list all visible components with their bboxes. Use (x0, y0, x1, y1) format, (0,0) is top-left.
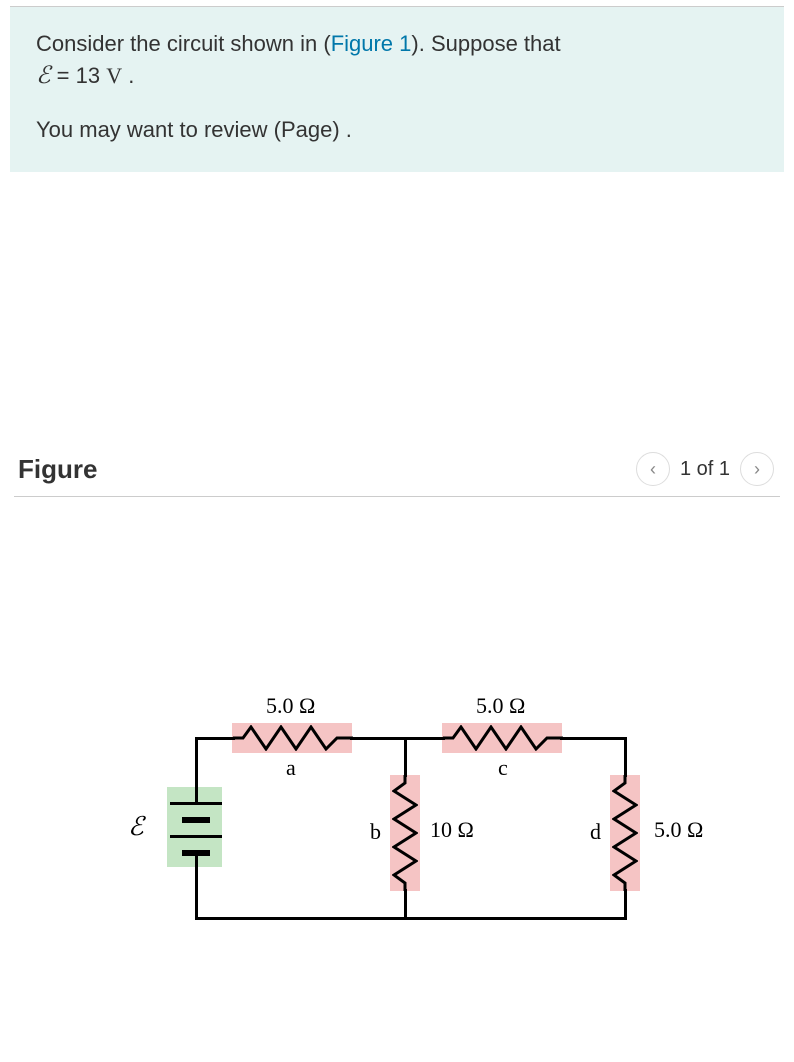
problem-intro: Consider the circuit shown in (Figure 1)… (10, 7, 784, 172)
resistor-b (392, 775, 418, 891)
emf-unit: V (106, 63, 122, 88)
pager-text: 1 of 1 (680, 458, 730, 481)
label-r-mid: 10 Ω (430, 817, 474, 843)
review-line: You may want to review (Page) . (36, 115, 758, 146)
intro-text-2: ). Suppose that (411, 31, 560, 56)
intro-text-1: Consider the circuit shown in ( (36, 31, 331, 56)
figure-title: Figure (18, 454, 97, 485)
node-d: d (590, 819, 601, 845)
resistor-d (612, 775, 638, 891)
emf-label: ℰ (128, 812, 144, 842)
label-r-top-right: 5.0 Ω (476, 693, 525, 719)
prev-figure-button[interactable]: ‹ (636, 452, 670, 486)
circuit-diagram: ℰ 5.0 Ω 5.0 Ω 10 Ω 5.0 Ω a c b d (10, 607, 770, 967)
node-b: b (370, 819, 381, 845)
figure-link[interactable]: Figure 1 (331, 31, 412, 56)
emf-equals: = 13 (51, 63, 107, 88)
node-a: a (286, 755, 296, 781)
chevron-right-icon: › (754, 459, 760, 480)
figure-header: Figure ‹ 1 of 1 › (14, 452, 780, 497)
chevron-left-icon: ‹ (650, 459, 656, 480)
label-r-top-left: 5.0 Ω (266, 693, 315, 719)
resistor-c (443, 725, 563, 751)
emf-period: . (122, 63, 134, 88)
node-c: c (498, 755, 508, 781)
emf-symbol: ℰ (36, 63, 51, 89)
resistor-a (233, 725, 353, 751)
label-r-right: 5.0 Ω (654, 817, 703, 843)
intro-paragraph-1: Consider the circuit shown in (Figure 1)… (36, 29, 758, 93)
next-figure-button[interactable]: › (740, 452, 774, 486)
figure-pager: ‹ 1 of 1 › (636, 452, 774, 486)
